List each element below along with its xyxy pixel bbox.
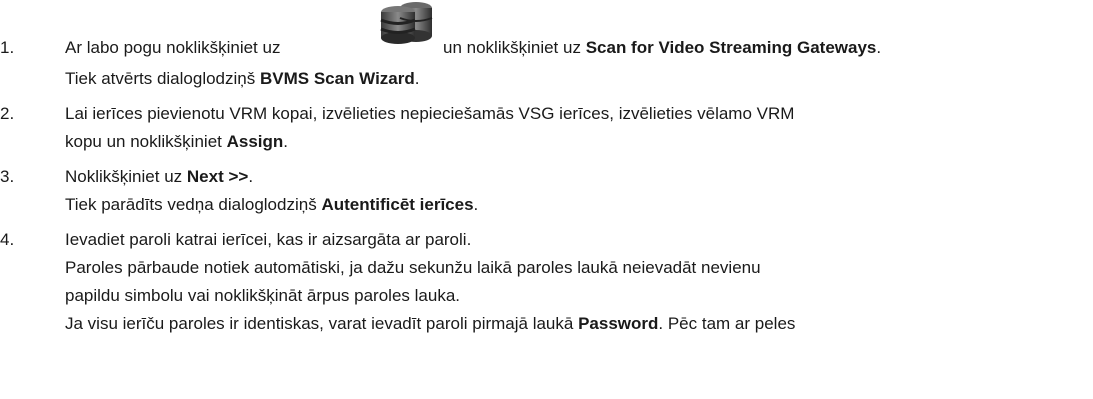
step-1-line-1: Ar labo pogu noklikšķiniet uz (65, 38, 280, 58)
step-2-line-2: kopu un noklikšķiniet Assign. (65, 132, 288, 152)
step-3-line-2: Tiek parādīts vedņa dialoglodziņš Autent… (65, 195, 478, 215)
step-text: Lai ierīces pievienotu VRM kopai, izvēli… (65, 104, 795, 123)
field-name: Password (578, 314, 659, 333)
step-4-line-3: papildu simbolu vai noklikšķināt ārpus p… (65, 286, 460, 306)
step-4-line-2: Paroles pārbaude notiek automātiski, ja … (65, 258, 761, 278)
step-1-line-2: Tiek atvērts dialoglodziņš BVMS Scan Wiz… (65, 69, 420, 89)
step-1-line-1-cont: un noklikšķiniet uz Scan for Video Strea… (443, 38, 881, 58)
step-text: Noklikšķiniet uz (65, 167, 183, 186)
step-number: 2. (0, 104, 15, 123)
step-text: Tiek atvērts dialoglodziņš (65, 69, 256, 88)
step-text: kopu un noklikšķiniet (65, 132, 222, 151)
punctuation: . (248, 167, 254, 186)
step-number: 1. (0, 38, 15, 57)
step-4-line-4: Ja visu ierīču paroles ir identiskas, va… (65, 314, 795, 334)
step-text: un noklikšķiniet uz (443, 38, 581, 57)
database-server-icon (380, 2, 433, 44)
step-text: papildu simbolu vai noklikšķināt ārpus p… (65, 286, 460, 305)
step-4-line-1: Ievadiet paroli katrai ierīcei, kas ir a… (65, 230, 471, 250)
punctuation: . Pēc tam ar peles (658, 314, 796, 333)
button-name: Next >> (186, 167, 249, 186)
button-name: Assign (226, 132, 284, 151)
step-text: Tiek parādīts vedņa dialoglodziņš (65, 195, 317, 214)
punctuation: . (414, 69, 420, 88)
dialog-name: BVMS Scan Wizard (259, 69, 415, 88)
dialog-name: Autentificēt ierīces (321, 195, 474, 214)
step-3-line-1: Noklikšķiniet uz Next >>. (65, 167, 253, 187)
punctuation: . (876, 38, 882, 57)
punctuation: . (283, 132, 289, 151)
step-2-line-1: Lai ierīces pievienotu VRM kopai, izvēli… (65, 104, 794, 124)
step-text: Ar labo pogu noklikšķiniet uz (65, 38, 281, 57)
step-number: 3. (0, 167, 15, 186)
command-label: Scan for Video Streaming Gateways (585, 38, 877, 57)
step-number: 4. (0, 230, 15, 249)
step-text: Ja visu ierīču paroles ir identiskas, va… (65, 314, 574, 333)
step-text: Paroles pārbaude notiek automātiski, ja … (65, 258, 761, 277)
step-text: Ievadiet paroli katrai ierīcei, kas ir a… (65, 230, 472, 249)
punctuation: . (473, 195, 479, 214)
